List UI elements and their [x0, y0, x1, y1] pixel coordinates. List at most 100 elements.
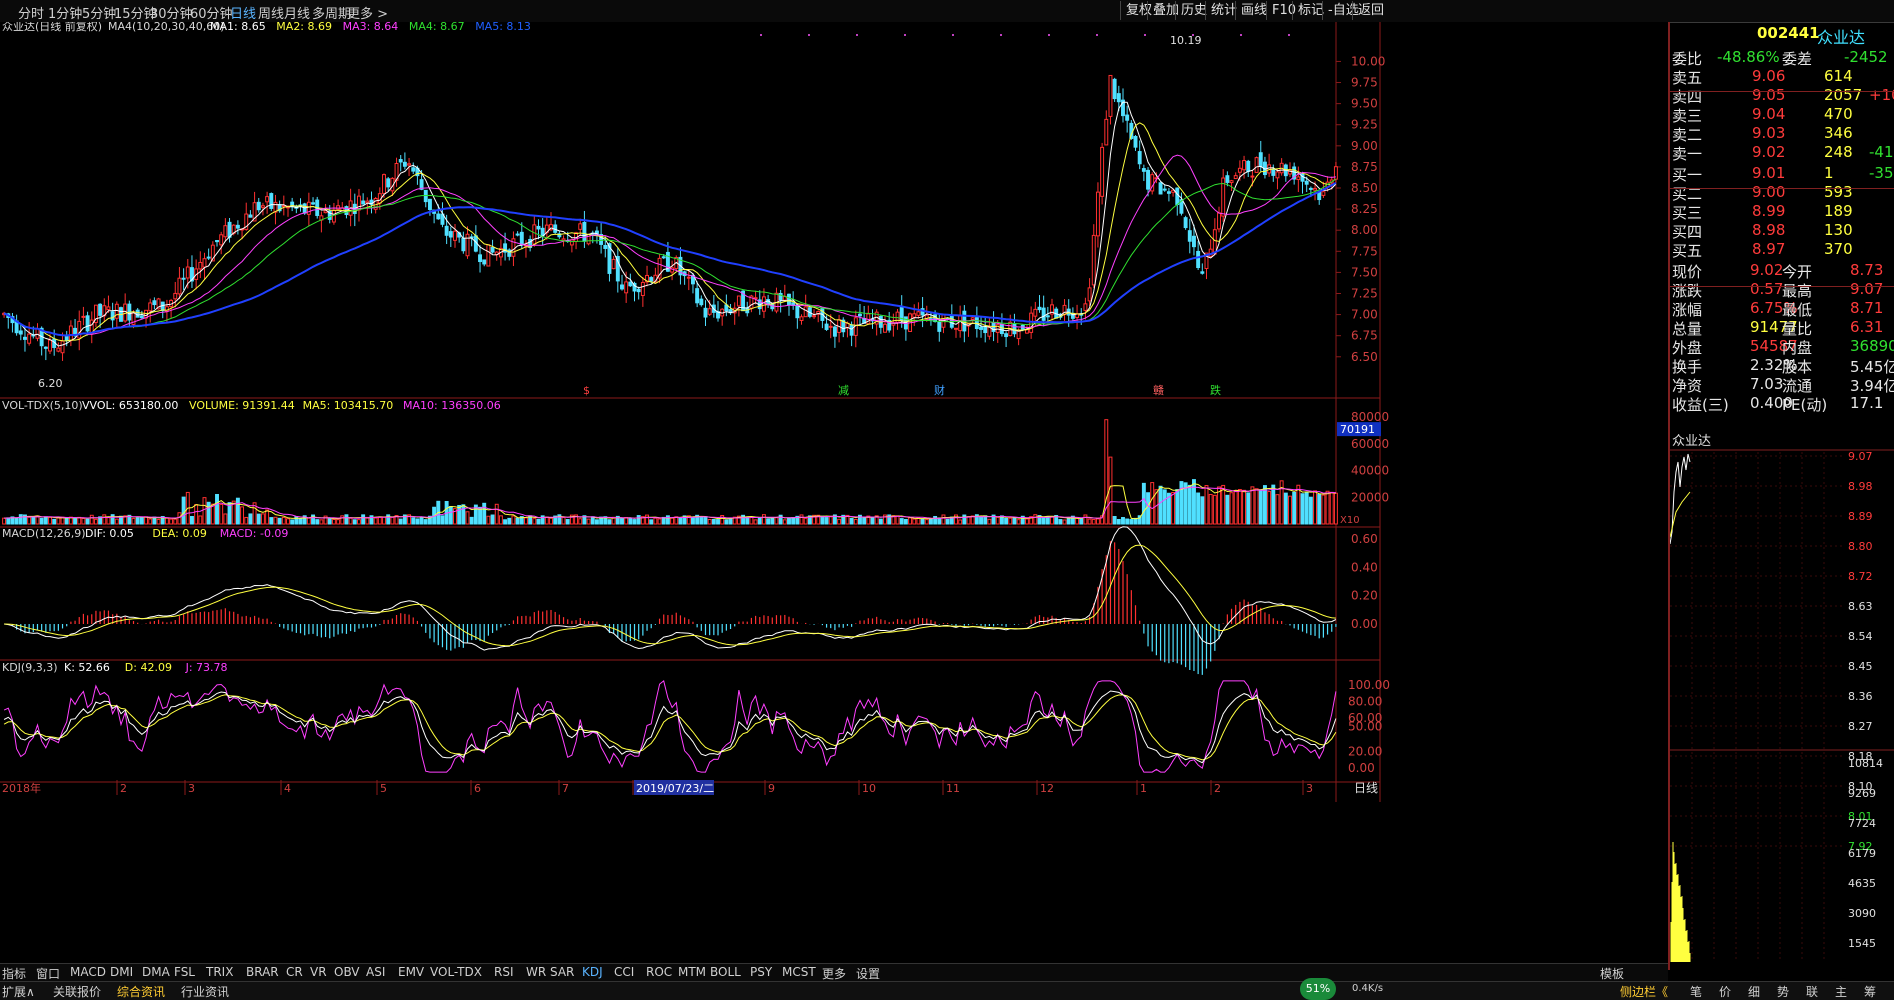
indicator-tab[interactable]: KDJ	[582, 965, 603, 979]
indicator-tab[interactable]: DMI	[110, 965, 133, 979]
period-tab[interactable]: 月线	[284, 3, 310, 22]
status-link[interactable]: 关联报价	[53, 983, 101, 1000]
volume-bar	[878, 518, 883, 525]
volume-bar	[382, 516, 386, 525]
volume-bar	[903, 518, 908, 525]
vol-unit: X10	[1340, 515, 1360, 526]
candle-body	[611, 258, 616, 270]
period-tab[interactable]: 周线	[258, 3, 284, 22]
candle-body	[1212, 229, 1217, 255]
right-tab[interactable]: 笔	[1690, 983, 1702, 1000]
bid-label: 买四	[1672, 223, 1703, 241]
indicator-tab[interactable]: CR	[286, 965, 303, 979]
stock-header: 002441 众业达	[1672, 24, 1894, 47]
mini-vol-label: 9269	[1848, 787, 1876, 800]
indicator-tab[interactable]: ROC	[646, 965, 672, 979]
indicator-tab[interactable]: WR	[526, 965, 546, 979]
period-tab[interactable]: 分时	[18, 3, 44, 22]
period-tab[interactable]: 1分钟	[48, 3, 82, 22]
stock-code: 002441	[1757, 24, 1820, 42]
volume-bar	[979, 516, 983, 525]
candle-body	[983, 326, 988, 334]
right-tab[interactable]: 联	[1806, 983, 1818, 1000]
candle-body	[486, 244, 491, 267]
candle-body	[1175, 187, 1180, 205]
volume-bar	[273, 516, 278, 525]
mini-price-label: 8.27	[1848, 720, 1873, 733]
candle-body	[1250, 175, 1255, 178]
status-link[interactable]: 行业资讯	[181, 983, 229, 1000]
volume-bar	[536, 518, 541, 525]
volume-bar	[590, 516, 595, 525]
status-link[interactable]: 扩展∧	[2, 983, 35, 1000]
volume-bar	[1041, 517, 1046, 525]
indicator-tab[interactable]: VR	[310, 965, 327, 979]
period-tab[interactable]: 60分钟	[190, 3, 233, 22]
candle-body	[916, 311, 921, 316]
indicator-tab[interactable]: 设置	[856, 965, 880, 982]
volume-bar	[52, 518, 57, 525]
volume-bar	[461, 504, 466, 525]
indicator-tab[interactable]: TRIX	[206, 965, 233, 979]
intraday-mini-chart[interactable]: 众业达 9.07 8.98 8.89 8.80 8.72 8.63 8.54 8.45 8.36 8…	[1668, 432, 1894, 970]
period-tab[interactable]: 更多 >	[347, 3, 388, 22]
template-tab[interactable]: 模板	[1600, 965, 1624, 982]
volume-bar	[465, 511, 470, 525]
indicator-tab[interactable]: ASI	[366, 965, 385, 979]
bid-price: 9.00	[1752, 183, 1786, 201]
volume-bar	[699, 516, 704, 525]
indicator-tab[interactable]: 窗口	[36, 965, 60, 982]
volume-bar	[678, 517, 683, 525]
indicator-tab[interactable]: DMA	[142, 965, 170, 979]
indicator-tab[interactable]: CCI	[614, 965, 634, 979]
indicator-tab[interactable]: PSY	[750, 965, 772, 979]
bid-volume: 593	[1824, 183, 1853, 201]
indicator-tab[interactable]: 更多	[822, 965, 846, 982]
indicator-tab[interactable]: MCST	[782, 965, 816, 979]
right-tab[interactable]: 势	[1777, 983, 1789, 1000]
indicator-tab[interactable]: RSI	[494, 965, 514, 979]
candle-body	[114, 303, 119, 319]
right-tab[interactable]: 价	[1719, 983, 1731, 1000]
indicator-tab[interactable]: MTM	[678, 965, 706, 979]
right-tab[interactable]: 筹	[1864, 983, 1876, 1000]
candle-body	[1162, 188, 1167, 191]
bid-volume: 189	[1824, 202, 1853, 220]
sidebar-toggle[interactable]: 侧边栏《	[1620, 983, 1668, 1000]
right-tab[interactable]: 细	[1748, 983, 1760, 1000]
indicator-tab[interactable]: MACD	[70, 965, 106, 979]
indicator-tab[interactable]: OBV	[334, 965, 360, 979]
volume-bar	[636, 515, 641, 525]
indicator-tab[interactable]: BOLL	[710, 965, 741, 979]
kdj-axis-label: 0.00	[1348, 761, 1375, 775]
volume-bar	[665, 515, 670, 525]
kline-chart-area[interactable]: 10.009.759.509.259.008.758.508.258.007.7…	[0, 22, 1668, 970]
volume-bar	[507, 517, 512, 525]
volume-bar	[1300, 493, 1305, 525]
right-tab[interactable]: 主	[1835, 983, 1847, 1000]
date-label: 10	[862, 782, 876, 795]
period-tab[interactable]: 30分钟	[150, 3, 193, 22]
candle-body	[1116, 93, 1121, 103]
period-tab[interactable]: 5分钟	[82, 3, 116, 22]
date-label: 5	[380, 782, 387, 795]
indicator-tab[interactable]: BRAR	[246, 965, 279, 979]
indicator-tab[interactable]: 指标	[2, 965, 26, 982]
indicator-tab[interactable]: FSL	[174, 965, 195, 979]
volume-bar	[549, 517, 553, 525]
period-tab[interactable]: 日线	[230, 3, 256, 22]
indicator-tab[interactable]: EMV	[398, 965, 424, 979]
vol-value: MA10: 136350.06	[403, 399, 501, 412]
candle-body	[832, 326, 837, 337]
period-tab[interactable]: 多周期	[312, 3, 351, 22]
volume-bar	[1283, 492, 1288, 525]
date-label: 2	[1214, 782, 1221, 795]
volume-bar	[594, 519, 599, 525]
indicator-tab[interactable]: VOL-TDX	[430, 965, 482, 979]
status-link[interactable]: 综合资讯	[117, 983, 165, 1000]
candle-body	[1246, 160, 1251, 172]
ma-value: MA3: 8.64	[343, 22, 399, 33]
toolbar-button[interactable]: 返回	[1352, 1, 1389, 20]
price-axis-label: 8.75	[1351, 160, 1378, 174]
indicator-tab[interactable]: SAR	[550, 965, 574, 979]
